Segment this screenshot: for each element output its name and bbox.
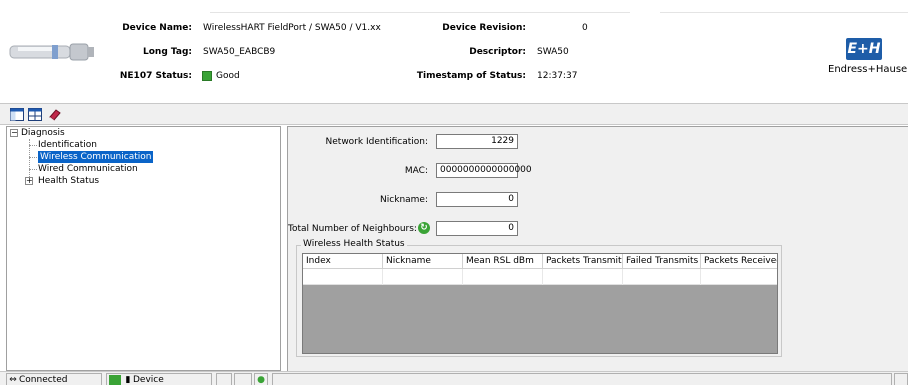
timestamp-label: Timestamp of Status:: [416, 71, 526, 81]
long-tag-value: SWA50_EABCB9: [203, 47, 276, 57]
network-id-label: Network Identification:: [325, 137, 428, 147]
neighbours-field[interactable]: 0: [436, 221, 518, 236]
resize-grip[interactable]: [894, 373, 908, 385]
mac-label: MAC:: [404, 166, 428, 176]
timestamp-value: 12:37:37: [537, 71, 578, 81]
device-image: [9, 43, 94, 61]
device-revision-value: 0: [582, 23, 588, 33]
network-connection-icon: ⇔: [9, 375, 17, 385]
column-header-packets-received[interactable]: Packets Received: [701, 254, 777, 269]
network-tool-icon[interactable]: ●: [254, 373, 268, 385]
ne107-status-label: NE107 Status:: [119, 71, 192, 81]
nickname-label: Nickname:: [380, 195, 428, 205]
database-icon: ▮: [125, 375, 131, 385]
ne107-status-indicator: [202, 71, 212, 81]
tree-item-wireless-communication[interactable]: Wireless Communication: [38, 151, 154, 163]
toolbar: [0, 103, 908, 125]
table-cell: [701, 269, 777, 285]
long-tag-label: Long Tag:: [143, 47, 192, 57]
column-header-mean-rsl[interactable]: Mean RSL dBm: [463, 254, 543, 269]
table-row[interactable]: [303, 269, 777, 285]
book-icon[interactable]: [48, 108, 62, 121]
refresh-icon[interactable]: ↻: [418, 222, 430, 234]
device-header: Device Name: WirelessHART FieldPort / SW…: [0, 0, 908, 103]
header-divider: [660, 12, 908, 13]
column-header-failed-transmits[interactable]: Failed Transmits: [623, 254, 701, 269]
tree-item-identification[interactable]: Identification: [38, 139, 97, 151]
table-header: Index Nickname Mean RSL dBm Packets Tran…: [303, 254, 777, 269]
wireless-communication-panel: Network Identification: 1229 MAC: 000000…: [287, 126, 908, 371]
tree-item-diagnosis[interactable]: Diagnosis: [21, 127, 65, 139]
navigation-tree: − Diagnosis Identification Wireless Comm…: [6, 126, 281, 371]
column-header-nickname[interactable]: Nickname: [383, 254, 463, 269]
header-divider: [210, 12, 630, 13]
device-status-label: Device: [133, 375, 164, 385]
group-title: Wireless Health Status: [301, 239, 407, 249]
tree-item-health-status[interactable]: Health Status: [38, 175, 99, 187]
brand-name: Endress+Hauser: [828, 64, 908, 75]
connection-status: ⇔ Connected: [6, 373, 102, 385]
device-revision-label: Device Revision:: [442, 23, 526, 33]
status-panel-empty: [216, 373, 232, 385]
nickname-field[interactable]: 0: [436, 192, 518, 207]
window-layout-icon[interactable]: [10, 108, 24, 121]
descriptor-value: SWA50: [537, 47, 569, 57]
tree-connector: [29, 157, 37, 158]
table-cell: [623, 269, 701, 285]
network-id-field[interactable]: 1229: [436, 134, 518, 149]
table-cell: [463, 269, 543, 285]
wireless-health-group: Wireless Health Status Index Nickname Me…: [296, 239, 782, 357]
ne107-status-value: Good: [216, 71, 240, 81]
column-header-packets-transmitted[interactable]: Packets Transmitte: [543, 254, 623, 269]
table-cell: [543, 269, 623, 285]
window-split-icon[interactable]: [28, 108, 42, 121]
mac-field[interactable]: 0000000000000000: [436, 163, 532, 178]
table-cell: [303, 269, 383, 285]
device-name-label: Device Name:: [122, 23, 192, 33]
neighbours-label: Total Number of Neighbours:: [288, 224, 417, 234]
status-bar: ⇔ Connected ▮ Device ●: [0, 371, 908, 385]
collapse-icon[interactable]: −: [10, 129, 18, 137]
device-name-value: WirelessHART FieldPort / SWA50 / V1.xx: [203, 23, 381, 33]
table-cell: [383, 269, 463, 285]
status-message-panel: [272, 373, 892, 385]
status-panel-empty: [234, 373, 252, 385]
device-status: ▮ Device: [106, 373, 212, 385]
expand-icon[interactable]: +: [25, 177, 33, 185]
descriptor-label: Descriptor:: [469, 47, 526, 57]
tree-connector: [29, 145, 37, 146]
connection-status-label: Connected: [19, 375, 68, 385]
brand-logo: E+H: [846, 38, 882, 60]
column-header-index[interactable]: Index: [303, 254, 383, 269]
tree-connector: [29, 169, 37, 170]
tree-item-wired-communication[interactable]: Wired Communication: [38, 163, 138, 175]
device-online-icon: [109, 375, 121, 385]
health-status-table[interactable]: Index Nickname Mean RSL dBm Packets Tran…: [302, 253, 778, 354]
